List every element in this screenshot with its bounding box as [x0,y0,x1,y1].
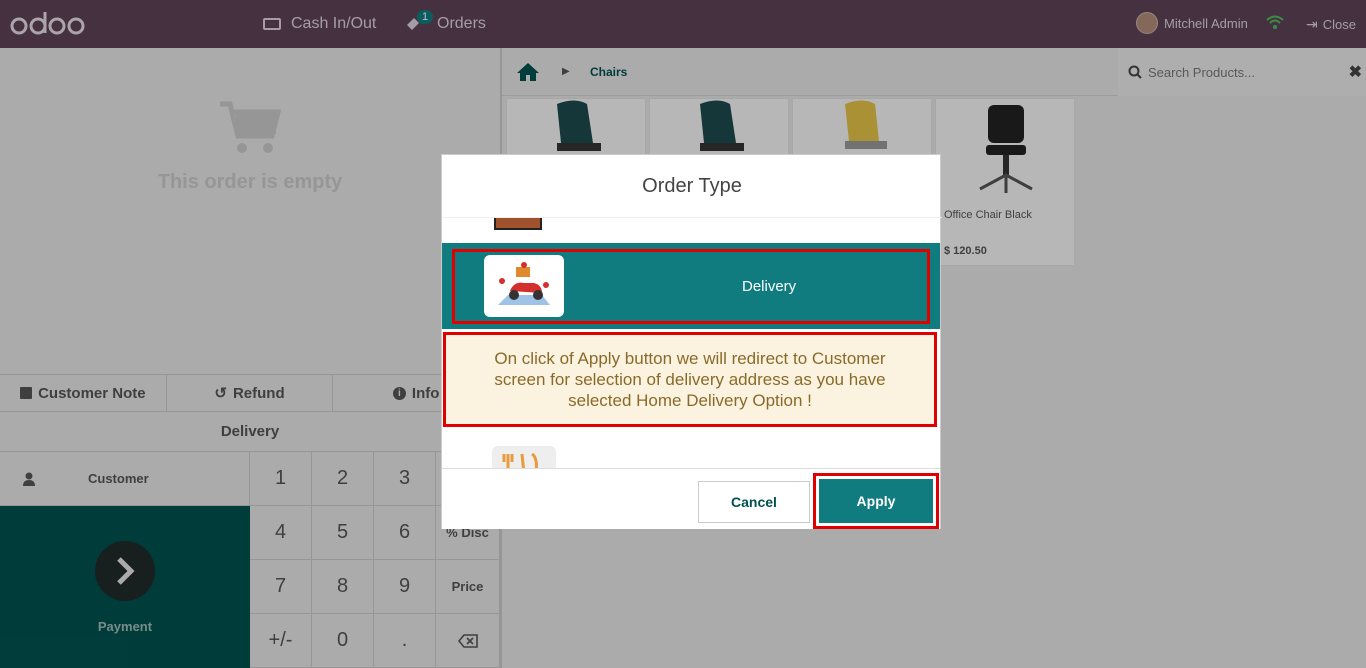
delivery-note: On click of Apply button we will redirec… [443,332,937,427]
order-type-list: Delivery On click of Apply button we wil… [442,218,940,468]
apply-button[interactable]: Apply [819,479,933,523]
takeaway-option-image [494,218,542,230]
highlight-box: Apply [813,473,939,529]
order-type-option-dine-in[interactable] [442,436,940,468]
dialog-title: Order Type [442,155,942,218]
dialog-footer: Cancel Apply [442,468,940,529]
order-type-dialog: Order Type Delivery On click of Apply bu… [441,154,942,529]
order-type-option-delivery[interactable]: Delivery [442,243,940,329]
highlight-box [452,249,930,324]
cancel-button[interactable]: Cancel [698,481,810,523]
dine-in-icon [492,446,556,468]
